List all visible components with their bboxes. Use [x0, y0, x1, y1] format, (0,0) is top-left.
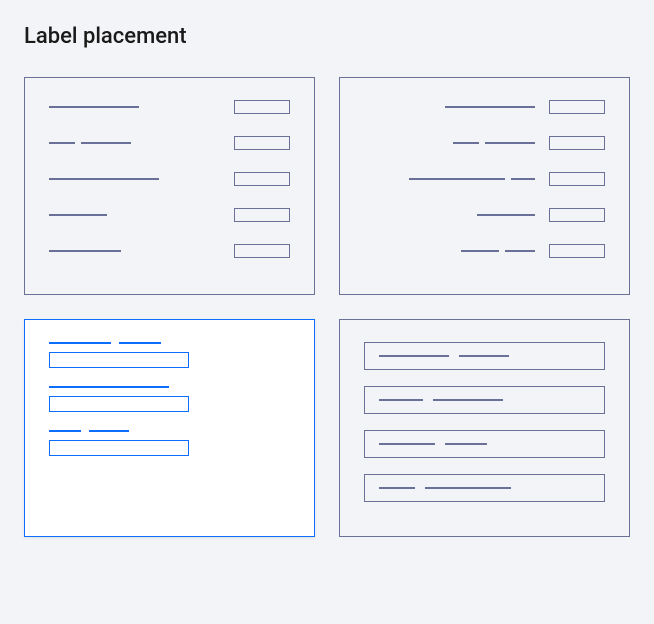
label-placeholder — [49, 250, 121, 252]
form-row — [49, 208, 290, 222]
input-placeholder — [49, 352, 189, 368]
input-placeholder — [364, 342, 605, 370]
input-placeholder — [234, 208, 290, 222]
label-placeholder — [379, 443, 435, 445]
label-placeholder — [459, 355, 509, 357]
form-row — [49, 244, 290, 258]
label-placeholder — [49, 342, 290, 344]
input-placeholder — [549, 208, 605, 222]
label-placeholder — [425, 487, 511, 489]
form-row — [364, 172, 605, 186]
label-placeholder — [461, 250, 535, 252]
label-placeholder — [49, 142, 131, 144]
form-row — [364, 100, 605, 114]
label-placeholder — [379, 487, 415, 489]
input-placeholder — [234, 244, 290, 258]
label-placeholder — [477, 214, 535, 216]
input-placeholder — [549, 136, 605, 150]
input-placeholder — [49, 440, 189, 456]
input-placeholder — [234, 172, 290, 186]
input-placeholder — [549, 244, 605, 258]
label-placeholder — [445, 106, 535, 108]
form-row — [364, 244, 605, 258]
form-row — [49, 430, 290, 456]
layout-option-right-aligned[interactable] — [339, 77, 630, 295]
layout-option-top-stacked[interactable] — [24, 319, 315, 537]
input-placeholder — [364, 386, 605, 414]
input-placeholder — [364, 430, 605, 458]
layout-option-inline[interactable] — [339, 319, 630, 537]
label-placeholder — [453, 142, 535, 144]
layout-option-left-aligned[interactable] — [24, 77, 315, 295]
label-placeholder — [445, 443, 487, 445]
form-row — [49, 100, 290, 114]
label-placeholder — [49, 214, 107, 216]
input-placeholder — [49, 396, 189, 412]
label-placeholder — [379, 355, 449, 357]
form-row — [49, 172, 290, 186]
label-placeholder — [49, 178, 159, 180]
form-row — [364, 208, 605, 222]
section-heading: Label placement — [24, 24, 630, 49]
form-row — [49, 342, 290, 368]
input-placeholder — [364, 474, 605, 502]
input-placeholder — [234, 136, 290, 150]
label-placeholder — [49, 106, 139, 108]
label-placeholder — [433, 399, 503, 401]
label-placeholder — [49, 430, 290, 432]
label-placeholder — [409, 178, 535, 180]
label-placeholder — [49, 386, 169, 388]
form-row — [49, 386, 290, 412]
form-row — [364, 136, 605, 150]
input-placeholder — [234, 100, 290, 114]
form-row — [49, 136, 290, 150]
layout-options-grid — [24, 77, 630, 537]
label-placeholder — [379, 399, 423, 401]
input-placeholder — [549, 172, 605, 186]
input-placeholder — [549, 100, 605, 114]
